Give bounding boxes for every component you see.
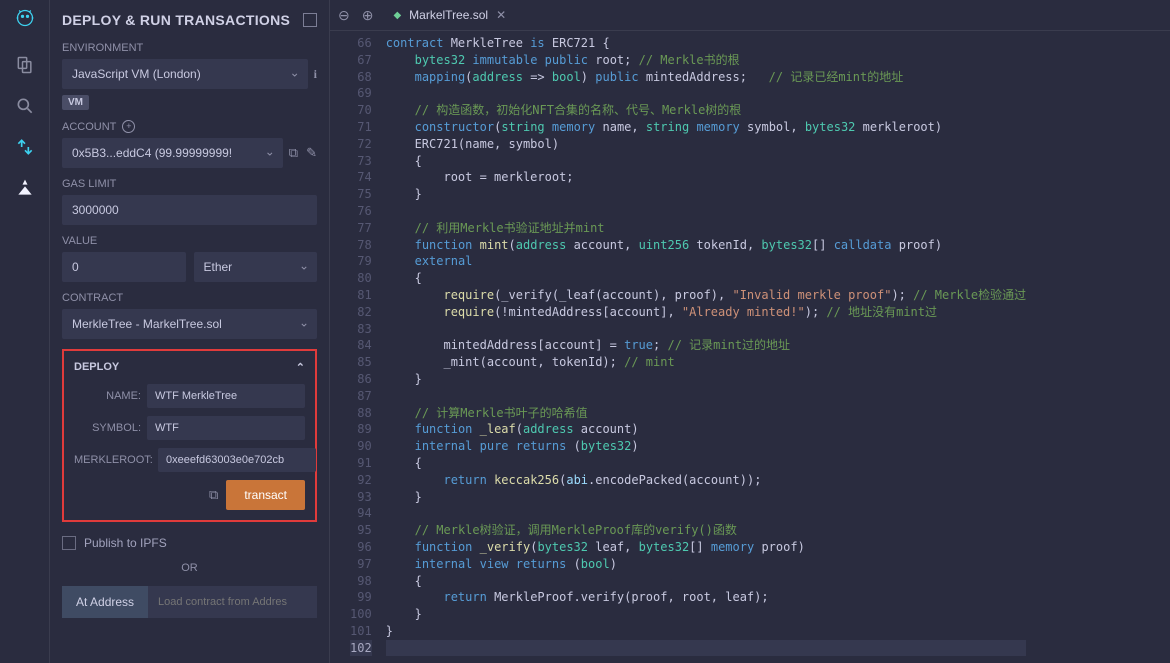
compiler-icon[interactable] — [15, 137, 35, 160]
copy-account-icon[interactable]: ⧉ — [289, 145, 298, 161]
publish-ipfs-label: Publish to IPFS — [84, 536, 167, 550]
account-select[interactable]: 0x5B3...eddC4 (99.99999999! — [62, 138, 283, 168]
zoom-in-icon[interactable]: ⊕ — [362, 7, 374, 24]
deploy-field-label: NAME: — [74, 390, 141, 402]
gas-limit-input[interactable] — [62, 195, 317, 225]
vm-tag: VM — [62, 95, 89, 110]
gas-limit-label: GAS LIMIT — [62, 178, 317, 190]
panel-title-text: DEPLOY & RUN TRANSACTIONS — [62, 12, 290, 28]
edit-account-icon[interactable]: ✎ — [306, 145, 317, 161]
info-icon[interactable]: i — [314, 67, 317, 82]
deploy-field-row: NAME: — [74, 384, 305, 408]
environment-select[interactable]: JavaScript VM (London) — [62, 59, 308, 89]
code-content[interactable]: contract MerkleTree is ERC721 { bytes32 … — [386, 31, 1026, 663]
environment-label: ENVIRONMENT — [62, 42, 317, 54]
deploy-run-icon[interactable] — [15, 178, 35, 201]
at-address-input[interactable] — [148, 586, 317, 618]
value-label: VALUE — [62, 235, 317, 247]
deploy-field-input[interactable] — [147, 416, 305, 440]
or-label: OR — [62, 562, 317, 574]
code-editor[interactable]: 6667686970717273747576777879808182838485… — [330, 31, 1170, 663]
transact-button[interactable]: transact — [226, 480, 305, 510]
deploy-header: DEPLOY — [74, 361, 119, 374]
remix-logo-icon[interactable] — [15, 8, 35, 31]
contract-select[interactable]: MerkleTree - MarkelTree.sol — [62, 309, 317, 339]
line-gutter: 6667686970717273747576777879808182838485… — [330, 31, 386, 663]
deploy-box: DEPLOY ⌃ NAME: SYMBOL: MERKLEROOT: ⧉ trans… — [62, 349, 317, 522]
collapse-icon[interactable]: ⌃ — [296, 361, 305, 374]
deploy-field-label: MERKLEROOT: — [74, 454, 152, 466]
deploy-panel: DEPLOY & RUN TRANSACTIONS ENVIRONMENT Ja… — [50, 0, 330, 663]
deploy-field-label: SYMBOL: — [74, 422, 141, 434]
file-explorer-icon[interactable] — [15, 55, 35, 78]
value-unit-select[interactable]: Ether — [194, 252, 318, 282]
value-input[interactable] — [62, 252, 186, 282]
tab-markeltree[interactable]: ◆ MarkelTree.sol ✕ — [385, 4, 514, 26]
editor-toolbar: ⊖ ⊕ ◆ MarkelTree.sol ✕ — [330, 0, 1170, 31]
icon-sidebar — [0, 0, 50, 663]
contract-label: CONTRACT — [62, 292, 317, 304]
account-label: ACCOUNT + — [62, 120, 317, 133]
close-tab-icon[interactable]: ✕ — [496, 8, 506, 22]
at-address-button[interactable]: At Address — [62, 586, 148, 618]
tab-label: MarkelTree.sol — [409, 8, 488, 22]
copy-params-icon[interactable]: ⧉ — [209, 487, 218, 503]
panel-title: DEPLOY & RUN TRANSACTIONS — [62, 12, 317, 28]
zoom-out-icon[interactable]: ⊖ — [338, 7, 350, 24]
panel-detach-icon[interactable] — [303, 13, 317, 27]
deploy-field-input[interactable] — [158, 448, 316, 472]
add-account-icon[interactable]: + — [122, 120, 135, 133]
publish-ipfs-checkbox[interactable] — [62, 536, 76, 550]
solidity-file-icon: ◆ — [393, 10, 401, 21]
deploy-field-row: MERKLEROOT: — [74, 448, 305, 472]
editor-area: ⊖ ⊕ ◆ MarkelTree.sol ✕ 66676869707172737… — [330, 0, 1170, 663]
search-icon[interactable] — [15, 96, 35, 119]
deploy-field-row: SYMBOL: — [74, 416, 305, 440]
deploy-field-input[interactable] — [147, 384, 305, 408]
